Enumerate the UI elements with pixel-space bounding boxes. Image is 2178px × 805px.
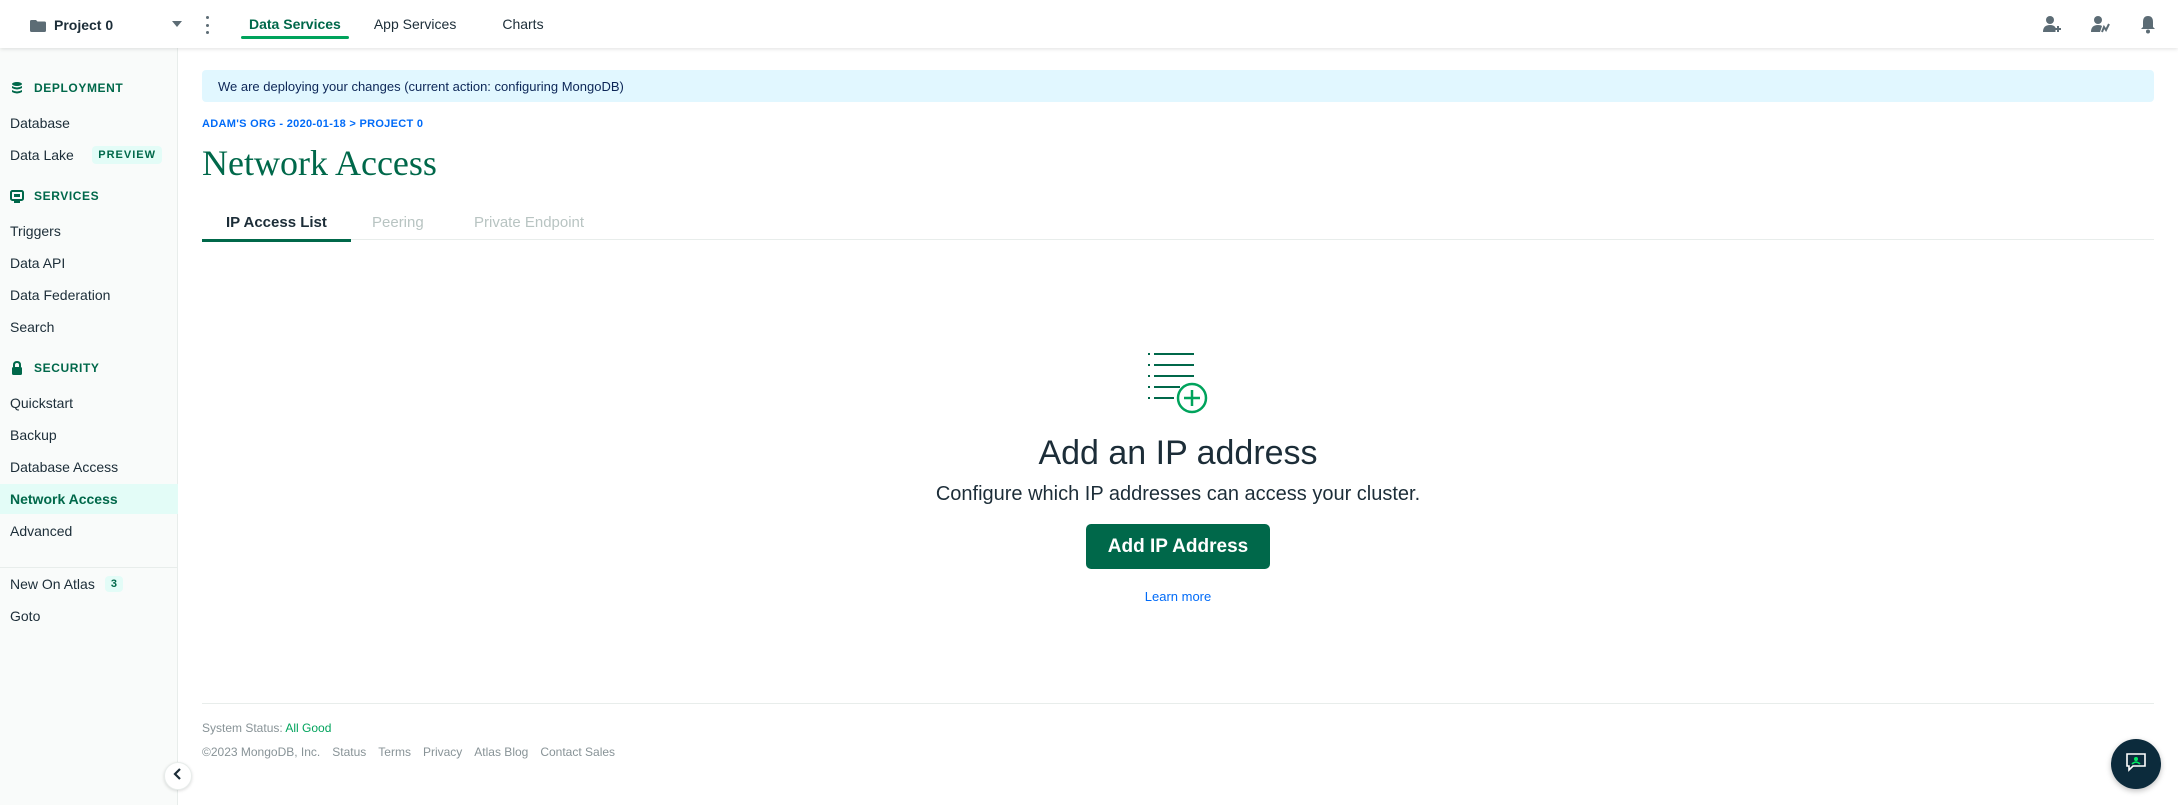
nav-app-services[interactable]: App Services <box>374 0 456 48</box>
tab-ip-access-list[interactable]: IP Access List <box>202 205 351 242</box>
database-stack-icon <box>10 81 24 95</box>
product-nav: Data Services App Services Charts <box>240 0 544 48</box>
caret-down-icon <box>172 21 182 27</box>
footer-link-terms[interactable]: Terms <box>378 745 411 759</box>
sidebar-item-quickstart[interactable]: Quickstart <box>0 388 178 418</box>
sidebar-item-advanced[interactable]: Advanced <box>0 516 178 546</box>
sidebar-item-database-access[interactable]: Database Access <box>0 452 178 482</box>
copyright-text: ©2023 MongoDB, Inc. <box>202 745 321 759</box>
learn-more-link[interactable]: Learn more <box>202 589 2154 604</box>
project-selector[interactable]: Project 0 <box>30 12 182 38</box>
empty-state: Add an IP address Configure which IP add… <box>202 350 2154 604</box>
more-options-icon[interactable] <box>204 16 210 34</box>
tab-peering[interactable]: Peering <box>372 205 424 240</box>
lock-icon <box>10 360 24 375</box>
chat-icon <box>2125 752 2147 777</box>
sidebar-item-search[interactable]: Search <box>0 312 178 342</box>
chevron-left-icon <box>172 767 184 785</box>
sidebar-item-database[interactable]: Database <box>0 108 178 138</box>
footer-link-contact-sales[interactable]: Contact Sales <box>540 745 615 759</box>
footer-link-status[interactable]: Status <box>332 745 366 759</box>
preview-badge: PREVIEW <box>92 146 162 164</box>
top-right-actions <box>2042 14 2158 34</box>
footer-links: ©2023 MongoDB, Inc. Status Terms Privacy… <box>202 745 615 759</box>
sidebar-item-data-api[interactable]: Data API <box>0 248 178 278</box>
tab-private-endpoint[interactable]: Private Endpoint <box>474 205 584 240</box>
activity-feed-icon[interactable] <box>2090 14 2110 34</box>
sidebar-item-data-federation[interactable]: Data Federation <box>0 280 178 310</box>
support-chat-button[interactable] <box>2111 739 2161 789</box>
collapse-sidebar-button[interactable] <box>164 762 192 790</box>
invite-user-icon[interactable] <box>2042 14 2062 34</box>
footer-link-atlas-blog[interactable]: Atlas Blog <box>474 745 528 759</box>
folder-icon <box>30 19 46 32</box>
sidebar-item-goto[interactable]: Goto <box>0 601 178 631</box>
system-status: System Status: All Good <box>202 721 332 735</box>
top-navigation-bar: Project 0 Data Services App Services Cha… <box>0 0 2178 48</box>
services-icon <box>10 189 24 203</box>
sidebar-item-backup[interactable]: Backup <box>0 420 178 450</box>
sidebar-item-triggers[interactable]: Triggers <box>0 216 178 246</box>
services-section-header: SERVICES <box>10 189 99 203</box>
sidebar-item-data-lake[interactable]: Data Lake PREVIEW <box>0 140 178 170</box>
notifications-bell-icon[interactable] <box>2138 14 2158 34</box>
nav-data-services[interactable]: Data Services <box>241 0 349 48</box>
security-section-header: SECURITY <box>10 360 99 375</box>
sidebar-divider <box>0 567 178 568</box>
tab-bar: IP Access List Peering Private Endpoint <box>202 205 2154 242</box>
project-name: Project 0 <box>54 17 114 33</box>
sidebar-item-new-on-atlas[interactable]: New On Atlas 3 <box>0 569 178 599</box>
breadcrumb[interactable]: ADAM'S ORG - 2020-01-18 > PROJECT 0 <box>202 118 423 130</box>
nav-charts[interactable]: Charts <box>502 0 543 48</box>
footer-divider <box>202 703 2154 704</box>
deployment-section-header: DEPLOYMENT <box>10 81 123 95</box>
system-status-link[interactable]: All Good <box>285 721 331 735</box>
left-sidebar: DEPLOYMENT Database Data Lake PREVIEW SE… <box>0 48 178 805</box>
footer-link-privacy[interactable]: Privacy <box>423 745 462 759</box>
add-ip-address-button[interactable]: Add IP Address <box>1085 524 1271 569</box>
empty-state-description: Configure which IP addresses can access … <box>935 483 1421 505</box>
deploying-banner: We are deploying your changes (current a… <box>202 70 2154 102</box>
page-title: Network Access <box>202 143 437 183</box>
ip-list-add-icon <box>1146 350 1210 416</box>
new-count-badge: 3 <box>104 576 123 592</box>
sidebar-item-network-access[interactable]: Network Access <box>0 484 178 514</box>
empty-state-title: Add an IP address <box>1038 434 1318 472</box>
